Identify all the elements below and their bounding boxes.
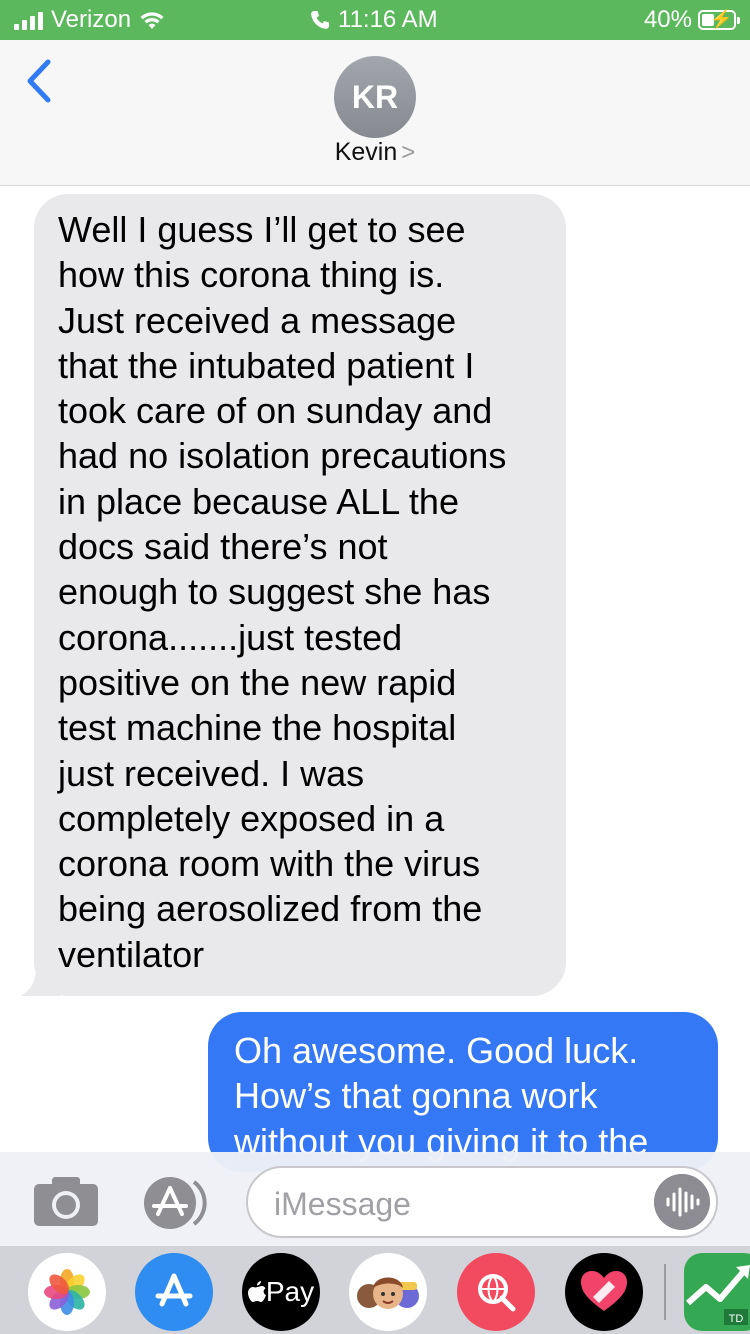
message-line: took care of on sunday and (58, 390, 493, 432)
message-line: How’s that gonna work (234, 1075, 598, 1117)
message-line: test machine the hospital (58, 707, 457, 749)
message-line: had no isolation precautions (58, 435, 507, 477)
message-line: that the intubated patient I (58, 344, 475, 386)
td-logo-text: TD (729, 1313, 744, 1325)
message-line: Well I guess I’ll get to see (58, 209, 466, 250)
message-line: positive on the new rapid (58, 661, 457, 703)
message-line: how this corona thing is. (58, 254, 445, 296)
status-bar: Verizon 11:16 AM 40% ⚡ (0, 0, 750, 40)
message-line: docs said there’s not (58, 526, 388, 568)
app-store-icon[interactable] (138, 1176, 214, 1230)
back-chevron-icon[interactable] (22, 56, 62, 106)
message-line: being aerosolized from the (58, 888, 483, 930)
outgoing-message-bubble[interactable]: Oh awesome. Good luck. How’s that gonna … (208, 1012, 718, 1172)
app-store-drawer-icon[interactable] (135, 1253, 213, 1331)
drawer-divider (664, 1264, 666, 1320)
input-placeholder: iMessage (274, 1186, 411, 1222)
app-drawer: Pay TD (0, 1246, 750, 1334)
conversation-header: KR Kevin > (0, 40, 750, 186)
battery-percent: 40% (643, 6, 692, 33)
chevron-right-icon: > (401, 139, 416, 166)
carrier-name: Verizon (51, 6, 132, 33)
wifi-icon (140, 12, 164, 29)
message-line: Oh awesome. Good luck. (234, 1030, 639, 1071)
memoji-stickers-icon[interactable] (349, 1253, 427, 1331)
messages-screen: { "status_bar": { "carrier": "Verizon", … (0, 0, 750, 1334)
contact-avatar[interactable]: KR (334, 56, 416, 138)
charging-bolt-icon: ⚡ (710, 9, 733, 29)
imessage-input[interactable]: iMessage (246, 1166, 718, 1238)
apple-pay-label: Pay (265, 1276, 315, 1307)
message-line: in place because ALL the (58, 480, 459, 522)
contact-name-button[interactable]: Kevin > (0, 138, 750, 167)
td-app-icon[interactable]: TD (684, 1253, 750, 1331)
contact-name: Kevin (334, 138, 398, 166)
photos-app-icon[interactable] (28, 1253, 106, 1331)
camera-icon[interactable] (32, 1174, 100, 1228)
phone-call-icon (311, 11, 329, 29)
bubble-tail (20, 966, 60, 996)
message-line: ventilator (58, 933, 205, 975)
audio-message-icon[interactable] (654, 1174, 710, 1230)
message-line: enough to suggest she has (58, 571, 491, 613)
message-input-bar: iMessage (0, 1152, 750, 1246)
battery-icon: ⚡ (698, 9, 740, 30)
digital-touch-icon[interactable] (565, 1253, 643, 1331)
clock: 11:16 AM (338, 6, 438, 33)
message-line: corona room with the virus (58, 843, 481, 885)
message-line: Just received a message (58, 299, 457, 341)
message-line: corona.......just tested (58, 616, 403, 658)
incoming-message-bubble[interactable]: Well I guess I’ll get to see how this co… (20, 194, 566, 996)
apple-logo-icon (247, 1281, 266, 1302)
signal-strength-icon (14, 10, 43, 30)
apple-pay-icon[interactable]: Pay (242, 1253, 320, 1331)
web-search-images-icon[interactable] (457, 1253, 535, 1331)
message-line: completely exposed in a (58, 797, 445, 839)
message-line: just received. I was (58, 752, 365, 794)
